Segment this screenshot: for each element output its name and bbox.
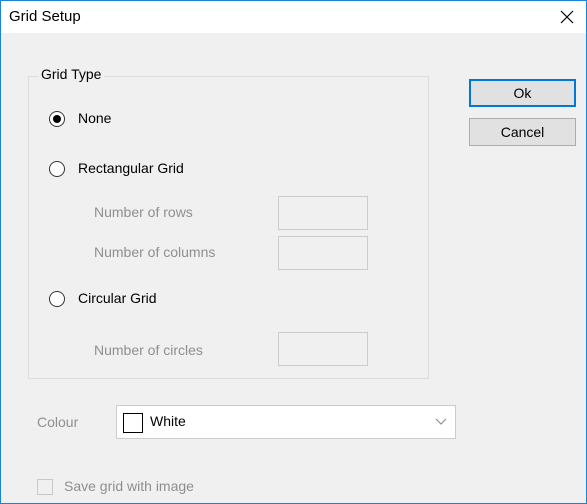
- close-button[interactable]: [546, 1, 586, 33]
- columns-input[interactable]: [278, 236, 368, 270]
- columns-label: Number of columns: [94, 244, 216, 260]
- radio-circular-grid[interactable]: [49, 291, 65, 307]
- dialog-title: Grid Setup: [9, 8, 81, 25]
- colour-label: Colour: [37, 414, 79, 430]
- radio-rectangular-grid-label[interactable]: Rectangular Grid: [78, 160, 184, 176]
- circles-label: Number of circles: [94, 342, 203, 358]
- radio-rectangular-grid[interactable]: [49, 161, 65, 177]
- colour-select[interactable]: White: [116, 405, 456, 439]
- close-icon: [560, 10, 574, 24]
- radio-circular-grid-label[interactable]: Circular Grid: [78, 290, 157, 306]
- radio-none-label[interactable]: None: [78, 110, 111, 126]
- save-grid-label[interactable]: Save grid with image: [64, 478, 194, 494]
- chevron-down-icon: [435, 418, 447, 425]
- title-bar[interactable]: Grid Setup: [1, 1, 586, 33]
- save-grid-checkbox[interactable]: [37, 479, 53, 495]
- grid-setup-dialog: Grid Setup Grid Type None Rectangular Gr…: [0, 0, 587, 504]
- colour-selected-value: White: [150, 413, 186, 429]
- radio-none[interactable]: [49, 111, 65, 127]
- radio-selected-dot: [53, 115, 61, 123]
- colour-swatch: [123, 413, 143, 433]
- cancel-button[interactable]: Cancel: [469, 118, 576, 146]
- circles-input[interactable]: [278, 332, 368, 366]
- ok-button[interactable]: Ok: [469, 79, 576, 107]
- grid-type-legend: Grid Type: [38, 66, 105, 82]
- rows-label: Number of rows: [94, 204, 193, 220]
- rows-input[interactable]: [278, 196, 368, 230]
